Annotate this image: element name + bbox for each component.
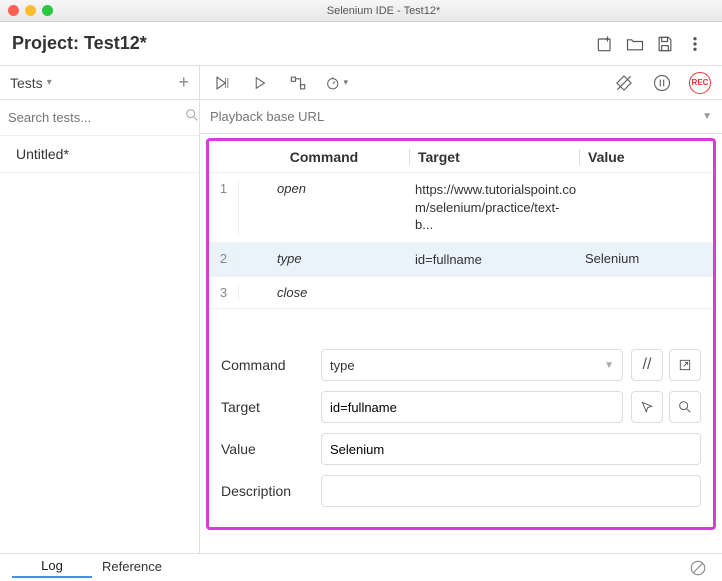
chevron-down-icon: ▼: [604, 360, 614, 371]
save-project-button[interactable]: [650, 29, 680, 59]
command-label: Command: [221, 357, 321, 373]
row-index: 3: [209, 285, 239, 300]
toggle-comment-button[interactable]: //: [631, 349, 663, 381]
sidebar-header: Tests ▾ +: [0, 66, 199, 100]
chevron-down-icon[interactable]: ▼: [702, 111, 712, 122]
step-button[interactable]: [286, 71, 310, 95]
row-value: [577, 285, 713, 300]
row-command: type: [239, 251, 407, 269]
table-row[interactable]: 1 open https://www.tutorialspoint.com/se…: [209, 173, 713, 243]
base-url-input[interactable]: [210, 109, 702, 124]
value-input[interactable]: [321, 433, 701, 465]
description-label: Description: [221, 483, 321, 499]
header-command: Command: [239, 149, 409, 165]
record-button[interactable]: REC: [688, 71, 712, 95]
add-test-button[interactable]: +: [178, 72, 189, 93]
project-title: Project: Test12*: [12, 33, 147, 54]
pause-button[interactable]: [650, 71, 674, 95]
new-project-button[interactable]: [590, 29, 620, 59]
run-current-button[interactable]: [248, 71, 272, 95]
tab-log[interactable]: Log: [12, 558, 92, 578]
table-row[interactable]: 3 close: [209, 277, 713, 309]
search-tests: [0, 100, 199, 136]
open-new-window-button[interactable]: [669, 349, 701, 381]
test-list-item[interactable]: Untitled*: [0, 136, 199, 173]
command-form: Command type ▼ // Target: [209, 339, 713, 527]
footer: Log Reference: [0, 553, 722, 581]
row-command: close: [239, 285, 407, 300]
header-value: Value: [579, 149, 713, 165]
zoom-window-icon[interactable]: [42, 5, 53, 16]
minimize-window-icon[interactable]: [25, 5, 36, 16]
row-target: id=fullname: [407, 251, 577, 269]
test-list: Untitled*: [0, 136, 199, 553]
window-controls: [8, 5, 53, 16]
target-label: Target: [221, 399, 321, 415]
table-row[interactable]: 2 type id=fullname Selenium: [209, 243, 713, 278]
row-target: [407, 285, 577, 300]
value-label: Value: [221, 441, 321, 457]
titlebar: Selenium IDE - Test12*: [0, 0, 722, 22]
sidebar-heading[interactable]: Tests: [10, 75, 43, 91]
disable-breakpoints-button[interactable]: [612, 71, 636, 95]
window-title: Selenium IDE - Test12*: [53, 5, 714, 17]
target-input[interactable]: [321, 391, 623, 423]
more-menu-button[interactable]: [680, 29, 710, 59]
row-value: Selenium: [577, 251, 713, 269]
run-all-button[interactable]: [210, 71, 234, 95]
search-icon: [184, 107, 200, 128]
base-url-bar: ▼: [200, 100, 722, 134]
table-header: Command Target Value: [209, 141, 713, 173]
command-select[interactable]: type ▼: [321, 349, 623, 381]
toolbar: ▾ REC: [200, 66, 722, 100]
description-input[interactable]: [321, 475, 701, 507]
row-command: open: [239, 181, 407, 234]
row-target: https://www.tutorialspoint.com/selenium/…: [407, 181, 577, 234]
main-panel: ▾ REC ▼ Command Target Value 1 open http…: [200, 66, 722, 553]
command-editor: Command Target Value 1 open https://www.…: [206, 138, 716, 530]
find-target-button[interactable]: [669, 391, 701, 423]
close-window-icon[interactable]: [8, 5, 19, 16]
search-input[interactable]: [8, 110, 184, 125]
row-value: [577, 181, 713, 234]
select-target-button[interactable]: [631, 391, 663, 423]
tab-reference[interactable]: Reference: [92, 559, 172, 577]
command-select-value: type: [330, 358, 355, 373]
row-index: 2: [209, 251, 239, 269]
speed-button[interactable]: ▾: [324, 71, 348, 95]
project-bar: Project: Test12*: [0, 22, 722, 66]
chevron-down-icon[interactable]: ▾: [47, 77, 52, 88]
sidebar: Tests ▾ + Untitled*: [0, 66, 200, 553]
row-index: 1: [209, 181, 239, 234]
open-project-button[interactable]: [620, 29, 650, 59]
clear-log-button[interactable]: [686, 556, 710, 580]
header-target: Target: [409, 149, 579, 165]
